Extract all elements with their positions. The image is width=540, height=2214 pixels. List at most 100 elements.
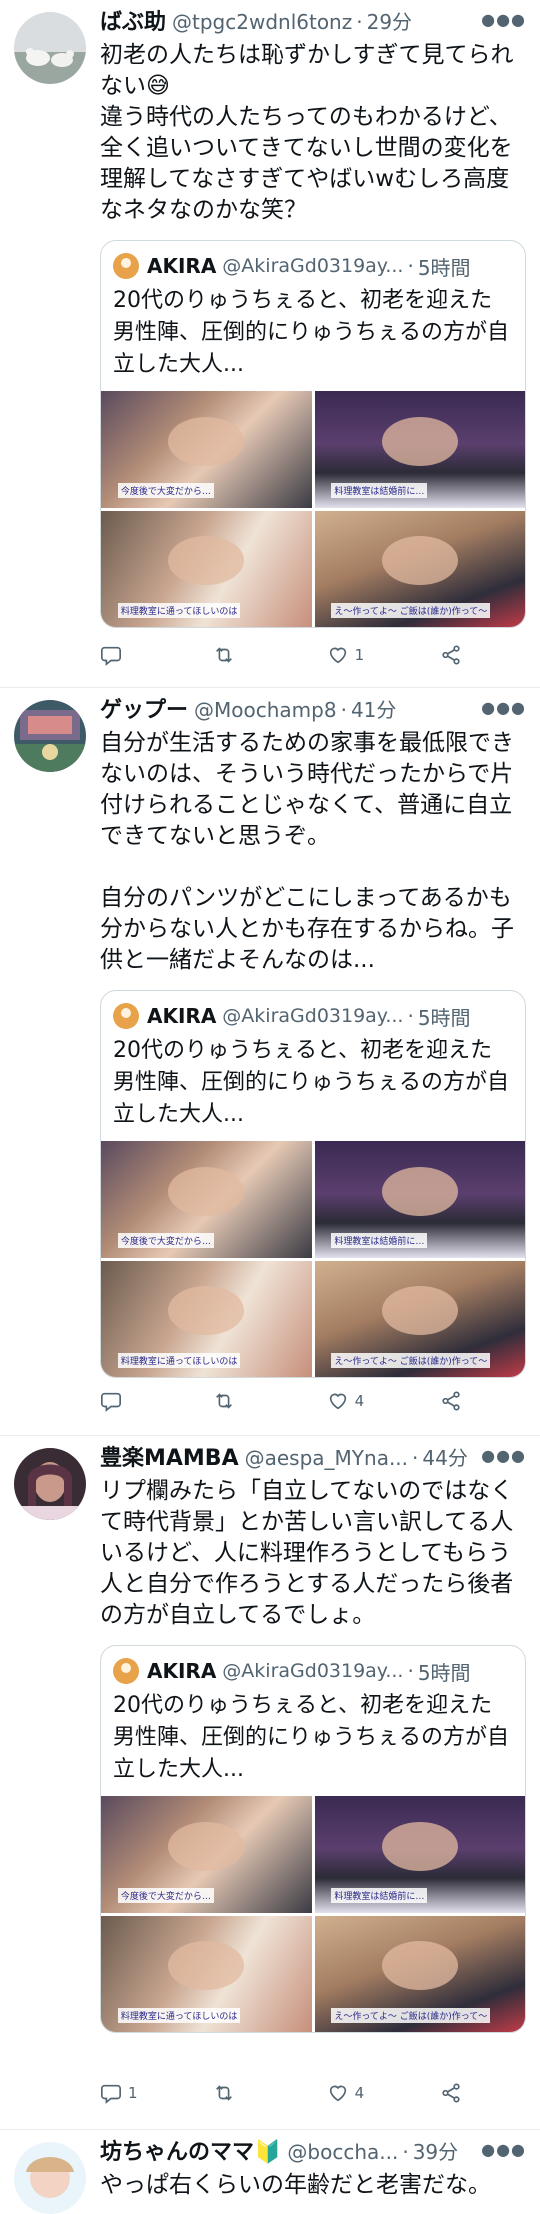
action-bar: 4 bbox=[100, 1386, 500, 1416]
quoted-tweet-header: AKIRA @AkiraGd0319ay... · 5時間 bbox=[101, 241, 525, 281]
tweet[interactable]: ゲップー @Moochamp8 · 41分 ●●● 自分が生活するための家事を最… bbox=[0, 688, 540, 1436]
action-bar: 1 4 bbox=[100, 2078, 500, 2108]
user-handle[interactable]: @aespa_MYna... bbox=[245, 1442, 408, 1474]
media-image[interactable]: 料理教室に通ってほしいのは bbox=[101, 1260, 312, 1377]
quoted-tweet-header: AKIRA @AkiraGd0319ay... · 5時間 bbox=[101, 991, 525, 1031]
media-image[interactable]: 今度後で大変だから… bbox=[101, 1141, 312, 1258]
reply-button[interactable] bbox=[100, 1390, 160, 1412]
like-button[interactable]: 4 bbox=[327, 1390, 387, 1412]
heart-icon bbox=[329, 2085, 346, 2102]
retweet-button[interactable] bbox=[213, 1390, 273, 1412]
tweet-text: リプ欄みたら「自立してないのではなくて時代背景」とか苦しい言い訳してる人いるけど… bbox=[100, 1478, 514, 1628]
heart-icon bbox=[329, 1393, 346, 1410]
tweet-text: 自分が生活するための家事を最低限できないのは、そういう時代だったからで片付けられ… bbox=[100, 730, 514, 973]
reply-icon bbox=[101, 2084, 121, 2104]
tweet-header: 坊ちゃんのママ🔰 @boccha... · 39分 bbox=[100, 2136, 526, 2168]
more-icon[interactable]: ●●● bbox=[481, 698, 526, 717]
display-name[interactable]: 豊楽MAMBA bbox=[100, 1443, 239, 1474]
separator-dot: · bbox=[340, 698, 347, 722]
tweet-text: やっぱ右くらいの年齢だと老害だな。 bbox=[100, 2172, 491, 2198]
quoted-avatar bbox=[113, 253, 139, 279]
media-image[interactable]: 料理教室は結婚前に… bbox=[314, 391, 525, 508]
quoted-handle: @AkiraGd0319ay... bbox=[222, 255, 404, 277]
tweet-header: 豊楽MAMBA @aespa_MYna... · 44分 bbox=[100, 1442, 526, 1474]
timestamp[interactable]: 39分 bbox=[413, 2136, 458, 2168]
quoted-tweet-text: 20代のりゅうちぇると、初老を迎えた男性陣、圧倒的にりゅうちぇるの方が自立した大… bbox=[113, 1038, 510, 1127]
more-icon[interactable]: ●●● bbox=[481, 2140, 526, 2159]
tweet[interactable]: 豊楽MAMBA @aespa_MYna... · 44分 ●●● リプ欄みたら「… bbox=[0, 1436, 540, 2130]
user-handle[interactable]: @boccha... bbox=[287, 2136, 398, 2168]
retweet-button[interactable] bbox=[213, 644, 273, 666]
media-image[interactable]: え〜作ってよ〜 ご飯は(誰か)作って〜 bbox=[314, 1260, 525, 1377]
separator-dot: · bbox=[412, 1446, 419, 1470]
media-image[interactable]: え〜作ってよ〜 ご飯は(誰か)作って〜 bbox=[314, 510, 525, 627]
quoted-tweet-header: AKIRA @AkiraGd0319ay... · 5時間 bbox=[101, 1646, 525, 1686]
heart-icon bbox=[329, 647, 346, 664]
media-image[interactable]: 料理教室に通ってほしいのは bbox=[101, 1915, 312, 2032]
tweet[interactable]: ばぶ助 @tpgc2wdnl6tonz · 29分 ●●● 初老の人たちは恥ずか… bbox=[0, 0, 540, 688]
reply-count: 1 bbox=[128, 2084, 138, 2102]
share-icon bbox=[442, 645, 460, 665]
separator-dot: · bbox=[407, 1659, 414, 1683]
like-count: 4 bbox=[354, 2084, 365, 2102]
reply-button[interactable]: 1 bbox=[100, 2082, 160, 2104]
quoted-timestamp: 5時間 bbox=[417, 1005, 471, 1030]
quoted-tweet[interactable]: AKIRA @AkiraGd0319ay... · 5時間 20代のりゅうちぇる… bbox=[100, 1645, 526, 2033]
quoted-tweet[interactable]: AKIRA @AkiraGd0319ay... · 5時間 20代のりゅうちぇる… bbox=[100, 990, 526, 1378]
reply-icon bbox=[101, 646, 121, 666]
avatar[interactable] bbox=[14, 1448, 86, 1520]
separator-dot: · bbox=[356, 10, 363, 34]
separator-dot: · bbox=[407, 254, 414, 278]
media-image[interactable]: 今度後で大変だから… bbox=[101, 1796, 312, 1913]
quoted-display-name: AKIRA bbox=[147, 1659, 217, 1683]
share-button[interactable] bbox=[440, 644, 500, 666]
avatar[interactable] bbox=[14, 12, 86, 84]
user-handle[interactable]: @tpgc2wdnl6tonz bbox=[172, 6, 352, 38]
more-icon[interactable]: ●●● bbox=[481, 10, 526, 29]
like-button[interactable]: 4 bbox=[327, 2082, 387, 2104]
more-icon[interactable]: ●●● bbox=[481, 1446, 526, 1465]
reply-button[interactable] bbox=[100, 644, 160, 666]
tweet-header: ゲップー @Moochamp8 · 41分 bbox=[100, 694, 526, 726]
share-button[interactable] bbox=[440, 1390, 500, 1412]
media-grid: 今度後で大変だから… 料理教室は結婚前に… 料理教室に通ってほしいのは え〜作っ… bbox=[101, 1141, 525, 1377]
action-bar: 1 bbox=[100, 640, 500, 670]
media-image[interactable]: え〜作ってよ〜 ご飯は(誰か)作って〜 bbox=[314, 1915, 525, 2032]
display-name[interactable]: ゲップー bbox=[100, 695, 188, 726]
display-name[interactable]: 坊ちゃんのママ🔰 bbox=[100, 2137, 281, 2168]
media-image[interactable]: 今度後で大変だから… bbox=[101, 391, 312, 508]
retweet-button[interactable] bbox=[213, 2082, 273, 2104]
like-count: 4 bbox=[354, 1392, 365, 1410]
quoted-handle: @AkiraGd0319ay... bbox=[222, 1660, 404, 1682]
quoted-tweet-text: 20代のりゅうちぇると、初老を迎えた男性陣、圧倒的にりゅうちぇるの方が自立した大… bbox=[113, 1693, 510, 1782]
separator-dot: · bbox=[402, 2140, 409, 2164]
share-button[interactable] bbox=[440, 2082, 500, 2104]
quoted-tweet[interactable]: AKIRA @AkiraGd0319ay... · 5時間 20代のりゅうちぇる… bbox=[100, 240, 526, 628]
media-image[interactable]: 料理教室に通ってほしいのは bbox=[101, 510, 312, 627]
quoted-display-name: AKIRA bbox=[147, 254, 217, 278]
retweet-icon bbox=[216, 647, 233, 663]
quoted-tweet-text: 20代のりゅうちぇると、初老を迎えた男性陣、圧倒的にりゅうちぇるの方が自立した大… bbox=[113, 288, 510, 377]
reply-icon bbox=[101, 1392, 121, 1412]
timestamp[interactable]: 41分 bbox=[351, 694, 396, 726]
avatar[interactable] bbox=[14, 2142, 86, 2214]
quoted-display-name: AKIRA bbox=[147, 1004, 217, 1028]
quoted-handle: @AkiraGd0319ay... bbox=[222, 1005, 404, 1027]
tweet[interactable]: 坊ちゃんのママ🔰 @boccha... · 39分 ●●● やっぱ右くらいの年齢… bbox=[0, 2130, 540, 2214]
tweet-text: 初老の人たちは恥ずかしすぎて見てられない😅 違う時代の人たちってのもわかるけど、… bbox=[100, 42, 514, 223]
share-icon bbox=[442, 2083, 460, 2103]
avatar[interactable] bbox=[14, 700, 86, 772]
user-handle[interactable]: @Moochamp8 bbox=[194, 694, 337, 726]
timestamp[interactable]: 29分 bbox=[367, 6, 412, 38]
quoted-timestamp: 5時間 bbox=[417, 1660, 471, 1685]
tweet-header: ばぶ助 @tpgc2wdnl6tonz · 29分 bbox=[100, 6, 526, 38]
timestamp[interactable]: 44分 bbox=[422, 1442, 467, 1474]
display-name[interactable]: ばぶ助 bbox=[100, 7, 166, 38]
separator-dot: · bbox=[407, 1004, 414, 1028]
quoted-avatar bbox=[113, 1003, 139, 1029]
like-count: 1 bbox=[354, 646, 365, 664]
media-image[interactable]: 料理教室は結婚前に… bbox=[314, 1141, 525, 1258]
like-button[interactable]: 1 bbox=[327, 644, 387, 666]
media-image[interactable]: 料理教室は結婚前に… bbox=[314, 1796, 525, 1913]
media-grid: 今度後で大変だから… 料理教室は結婚前に… 料理教室に通ってほしいのは え〜作っ… bbox=[101, 1796, 525, 2032]
